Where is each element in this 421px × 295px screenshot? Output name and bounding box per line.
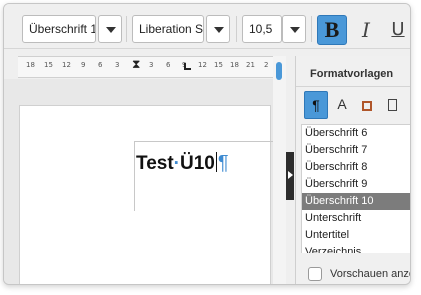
heading-word: Ü10 (180, 153, 215, 174)
list-item[interactable]: Überschrift 8 (302, 159, 410, 176)
preview-option: Vorschauen anzeigen (296, 260, 410, 284)
divider (296, 86, 410, 87)
ruler-tick: 15 (214, 61, 223, 69)
ruler-tick: 6 (98, 61, 103, 69)
chevron-down-icon (214, 27, 224, 33)
panel-title: Formatvorlagen (310, 68, 394, 80)
preview-checkbox[interactable] (308, 267, 322, 281)
ruler-tick: 15 (44, 61, 53, 69)
ruler-tick: 3 (149, 61, 154, 69)
toolbar-separator (126, 16, 127, 42)
font-name-combo[interactable]: Liberation Sans (132, 15, 204, 43)
writer-window: Überschrift 1 Liberation Sans 10,5 B I U… (3, 3, 411, 285)
paragraph-style-dropdown[interactable] (98, 15, 122, 43)
page-styles-icon[interactable] (380, 91, 404, 119)
paragraph-styles-icon[interactable]: ¶ (304, 91, 328, 119)
list-item[interactable]: Überschrift 6 (302, 125, 410, 142)
ruler-tick: 18 (26, 61, 35, 69)
list-item[interactable]: Verzeichnis (302, 244, 410, 253)
ruler-tick: 21 (246, 61, 255, 69)
bold-button[interactable]: B (317, 15, 347, 45)
text-boundary-top (134, 141, 274, 142)
italic-button[interactable]: I (354, 17, 378, 43)
ruler-tick: 12 (62, 61, 71, 69)
ruler-tick: 18 (230, 61, 239, 69)
paragraph-style-combo[interactable]: Überschrift 1 (22, 15, 96, 43)
underline-button[interactable]: U (386, 17, 410, 43)
list-item-selected[interactable]: Überschrift 10 (302, 193, 410, 210)
styles-panel: Formatvorlagen ¶ A Überschrift 6 Übersch… (295, 56, 410, 284)
font-name-dropdown[interactable] (206, 15, 230, 43)
list-item[interactable]: Überschrift 9 (302, 176, 410, 193)
frame-styles-icon[interactable] (355, 91, 379, 119)
page-icon (387, 99, 397, 111)
ruler-tick: 2 (264, 61, 269, 69)
ruler-tick: 6 (166, 61, 171, 69)
list-item[interactable]: Untertitel (302, 227, 410, 244)
text-boundary-left (134, 141, 135, 211)
frame-icon (362, 101, 372, 111)
horizontal-ruler[interactable]: 18 15 12 9 6 3 ⧗ 3 6 9 12 15 18 21 2 (18, 56, 273, 78)
vertical-scrollbar[interactable] (273, 56, 286, 284)
preview-label: Vorschauen anzeigen (330, 268, 410, 280)
style-list[interactable]: Überschrift 6 Überschrift 7 Überschrift … (301, 124, 410, 253)
list-item[interactable]: Überschrift 7 (302, 142, 410, 159)
heading-word: Test (136, 153, 174, 174)
document-page[interactable] (19, 105, 271, 284)
toolbar-separator (311, 16, 312, 42)
toolbar-separator (236, 16, 237, 42)
heading-paragraph[interactable]: Test·Ü10 ¶ (136, 152, 229, 175)
font-size-combo[interactable]: 10,5 (242, 15, 282, 43)
list-item[interactable]: Unterschrift (302, 210, 410, 227)
character-styles-icon[interactable]: A (330, 91, 354, 119)
chevron-right-icon (288, 171, 293, 179)
ruler-tick: 9 (81, 61, 86, 69)
chevron-down-icon (290, 27, 300, 33)
ruler-tick: 12 (198, 61, 207, 69)
font-size-dropdown[interactable] (282, 15, 306, 43)
sidebar-collapse-handle[interactable] (286, 152, 294, 200)
ruler-tick: 3 (115, 61, 120, 69)
formatting-toolbar: Überschrift 1 Liberation Sans 10,5 B I U (4, 4, 410, 49)
document-area (4, 79, 286, 284)
indent-marker[interactable]: ⧗ (132, 57, 140, 72)
pilcrow-mark: ¶ (217, 152, 229, 174)
scrollbar-thumb[interactable] (276, 62, 282, 80)
chevron-down-icon (106, 27, 116, 33)
text-cursor (215, 152, 217, 172)
left-tab-marker[interactable] (184, 63, 191, 70)
